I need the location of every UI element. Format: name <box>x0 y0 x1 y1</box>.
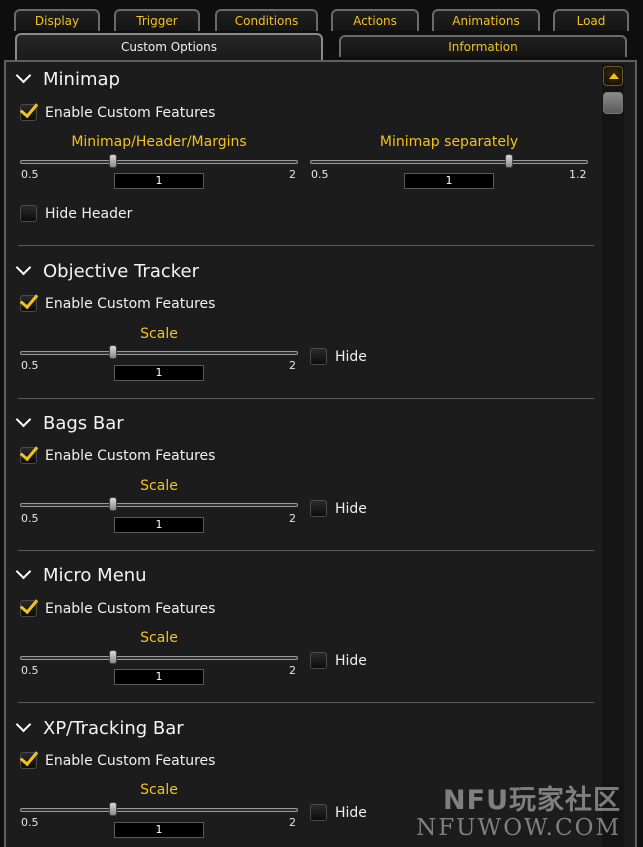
checkbox-label: Enable Custom Features <box>45 296 216 312</box>
section-title: Bags Bar <box>43 413 124 434</box>
slider-value-input[interactable]: 1 <box>114 669 204 685</box>
slider-thumb[interactable] <box>108 154 117 168</box>
hide-checkbox[interactable]: Hide <box>310 347 367 367</box>
watermark: NFU玩家社区 NFUWOW.COM <box>416 778 621 841</box>
tab-trigger[interactable]: Trigger <box>114 9 200 31</box>
tab-actions[interactable]: Actions <box>331 9 419 31</box>
divider <box>18 702 594 703</box>
checkbox-box[interactable] <box>20 204 37 222</box>
slider-max: 2 <box>289 816 296 829</box>
slider-max: 2 <box>289 359 296 372</box>
enable-custom-features-checkbox[interactable]: Enable Custom Features <box>19 594 216 619</box>
slider-value-input[interactable]: 1 <box>114 517 204 533</box>
section-title: Minimap <box>43 69 120 90</box>
checkbox-label: Enable Custom Features <box>45 105 216 121</box>
slider-track[interactable] <box>20 656 298 660</box>
slider-thumb[interactable] <box>108 650 117 664</box>
slider-thumb[interactable] <box>504 154 513 168</box>
slider-value-input[interactable]: 1 <box>404 173 494 189</box>
checkbox-box[interactable] <box>310 651 327 669</box>
hide-header-checkbox[interactable]: Hide Header <box>20 204 132 224</box>
slider-min: 0.5 <box>21 359 39 372</box>
slider-max: 2 <box>289 168 296 181</box>
enable-custom-features-checkbox[interactable]: Enable Custom Features <box>19 441 216 466</box>
tab-information[interactable]: Information <box>339 35 627 57</box>
tab-custom-options[interactable]: Custom Options <box>15 33 323 61</box>
slider-track[interactable] <box>20 160 298 164</box>
slider-label: Minimap/Header/Margins <box>71 134 247 150</box>
checkbox-box[interactable] <box>19 441 39 464</box>
hide-checkbox[interactable]: Hide <box>310 651 367 671</box>
checkbox-label: Hide <box>335 349 367 365</box>
watermark-line2: NFUWOW.COM <box>416 815 621 841</box>
divider <box>18 550 594 551</box>
section-title: Objective Tracker <box>43 261 200 282</box>
section-header-bags-bar[interactable]: Bags Bar <box>15 411 124 435</box>
tab-animations[interactable]: Animations <box>432 9 540 31</box>
slider-track[interactable] <box>20 808 298 812</box>
slider-max: 1.2 <box>569 168 587 181</box>
chevron-down-icon <box>15 716 32 733</box>
scrollbar[interactable] <box>602 64 624 847</box>
arrow-up-icon[interactable] <box>603 66 623 86</box>
section-header-xp-tracking-bar[interactable]: XP/Tracking Bar <box>15 716 184 740</box>
slider-min: 0.5 <box>21 512 39 525</box>
checkbox-label: Enable Custom Features <box>45 753 216 769</box>
slider-max: 2 <box>289 664 296 677</box>
slider-label: Scale <box>140 630 178 646</box>
enable-custom-features-checkbox[interactable]: Enable Custom Features <box>19 746 216 771</box>
checkbox-label: Enable Custom Features <box>45 448 216 464</box>
slider-min: 0.5 <box>21 664 39 677</box>
slider-thumb[interactable] <box>108 345 117 359</box>
scrollbar-thumb[interactable] <box>603 92 623 114</box>
slider-track[interactable] <box>20 351 298 355</box>
chevron-down-icon <box>15 563 32 580</box>
checkbox-label: Hide <box>335 805 367 821</box>
enable-custom-features-checkbox[interactable]: Enable Custom Features <box>19 289 216 314</box>
slider-label: Scale <box>140 478 178 494</box>
divider <box>18 398 594 399</box>
chevron-down-icon <box>15 259 32 276</box>
slider-max: 2 <box>289 512 296 525</box>
slider-thumb[interactable] <box>108 802 117 816</box>
section-header-objective-tracker[interactable]: Objective Tracker <box>15 259 200 283</box>
tab-conditions[interactable]: Conditions <box>215 9 318 31</box>
checkbox-box[interactable] <box>310 499 327 517</box>
hide-checkbox[interactable]: Hide <box>310 803 367 823</box>
enable-custom-features-checkbox[interactable]: Enable Custom Features <box>19 98 216 123</box>
checkbox-box[interactable] <box>19 746 39 769</box>
slider-min: 0.5 <box>311 168 329 181</box>
section-header-micro-menu[interactable]: Micro Menu <box>15 563 147 587</box>
slider-label: Minimap separately <box>379 134 519 150</box>
slider-min: 0.5 <box>21 816 39 829</box>
checkbox-label: Enable Custom Features <box>45 601 216 617</box>
chevron-down-icon <box>15 67 32 84</box>
checkbox-label: Hide <box>335 653 367 669</box>
slider-value-input[interactable]: 1 <box>114 365 204 381</box>
section-title: XP/Tracking Bar <box>43 718 184 739</box>
checkbox-box[interactable] <box>19 98 39 121</box>
checkbox-box[interactable] <box>19 289 39 312</box>
slider-track[interactable] <box>20 503 298 507</box>
chevron-down-icon <box>15 411 32 428</box>
hide-checkbox[interactable]: Hide <box>310 499 367 519</box>
tab-display[interactable]: Display <box>14 9 100 31</box>
checkbox-box[interactable] <box>310 347 327 365</box>
checkbox-box[interactable] <box>310 803 327 821</box>
checkbox-label: Hide <box>335 501 367 517</box>
slider-track[interactable] <box>310 160 588 164</box>
checkbox-label: Hide Header <box>45 206 133 222</box>
slider-min: 0.5 <box>21 168 39 181</box>
slider-value-input[interactable]: 1 <box>114 173 204 189</box>
watermark-line1: NFU玩家社区 <box>443 785 621 816</box>
section-title: Micro Menu <box>43 565 147 586</box>
slider-label: Scale <box>140 782 178 798</box>
slider-value-input[interactable]: 1 <box>114 822 204 838</box>
slider-label: Scale <box>140 326 178 342</box>
slider-thumb[interactable] <box>108 497 117 511</box>
checkbox-box[interactable] <box>19 594 39 617</box>
section-header-minimap[interactable]: Minimap <box>15 67 120 91</box>
divider <box>18 245 594 246</box>
tab-load[interactable]: Load <box>553 9 629 31</box>
